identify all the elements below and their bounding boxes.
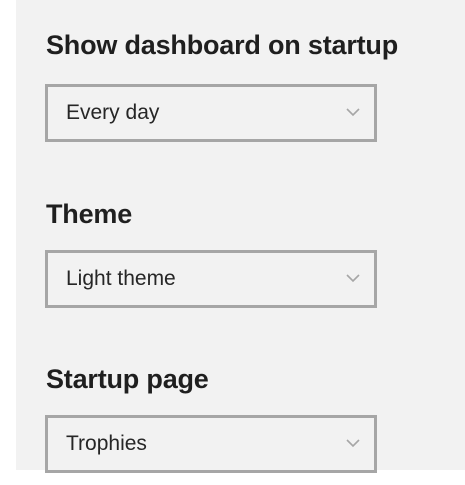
startup-page-label: Startup page (46, 364, 209, 394)
theme-dropdown[interactable]: Light theme (45, 250, 377, 308)
settings-panel: Show dashboard on startup Every day Them… (16, 0, 465, 473)
show-dashboard-dropdown[interactable]: Every day (45, 84, 377, 142)
show-dashboard-label: Show dashboard on startup (46, 30, 399, 60)
chevron-down-icon (345, 105, 361, 119)
theme-value: Light theme (66, 267, 176, 290)
startup-page-dropdown[interactable]: Trophies (45, 415, 377, 473)
chevron-down-icon (345, 436, 361, 450)
startup-page-value: Trophies (66, 432, 147, 455)
theme-label: Theme (46, 199, 133, 229)
chevron-down-icon (345, 271, 361, 285)
show-dashboard-value: Every day (66, 101, 160, 124)
